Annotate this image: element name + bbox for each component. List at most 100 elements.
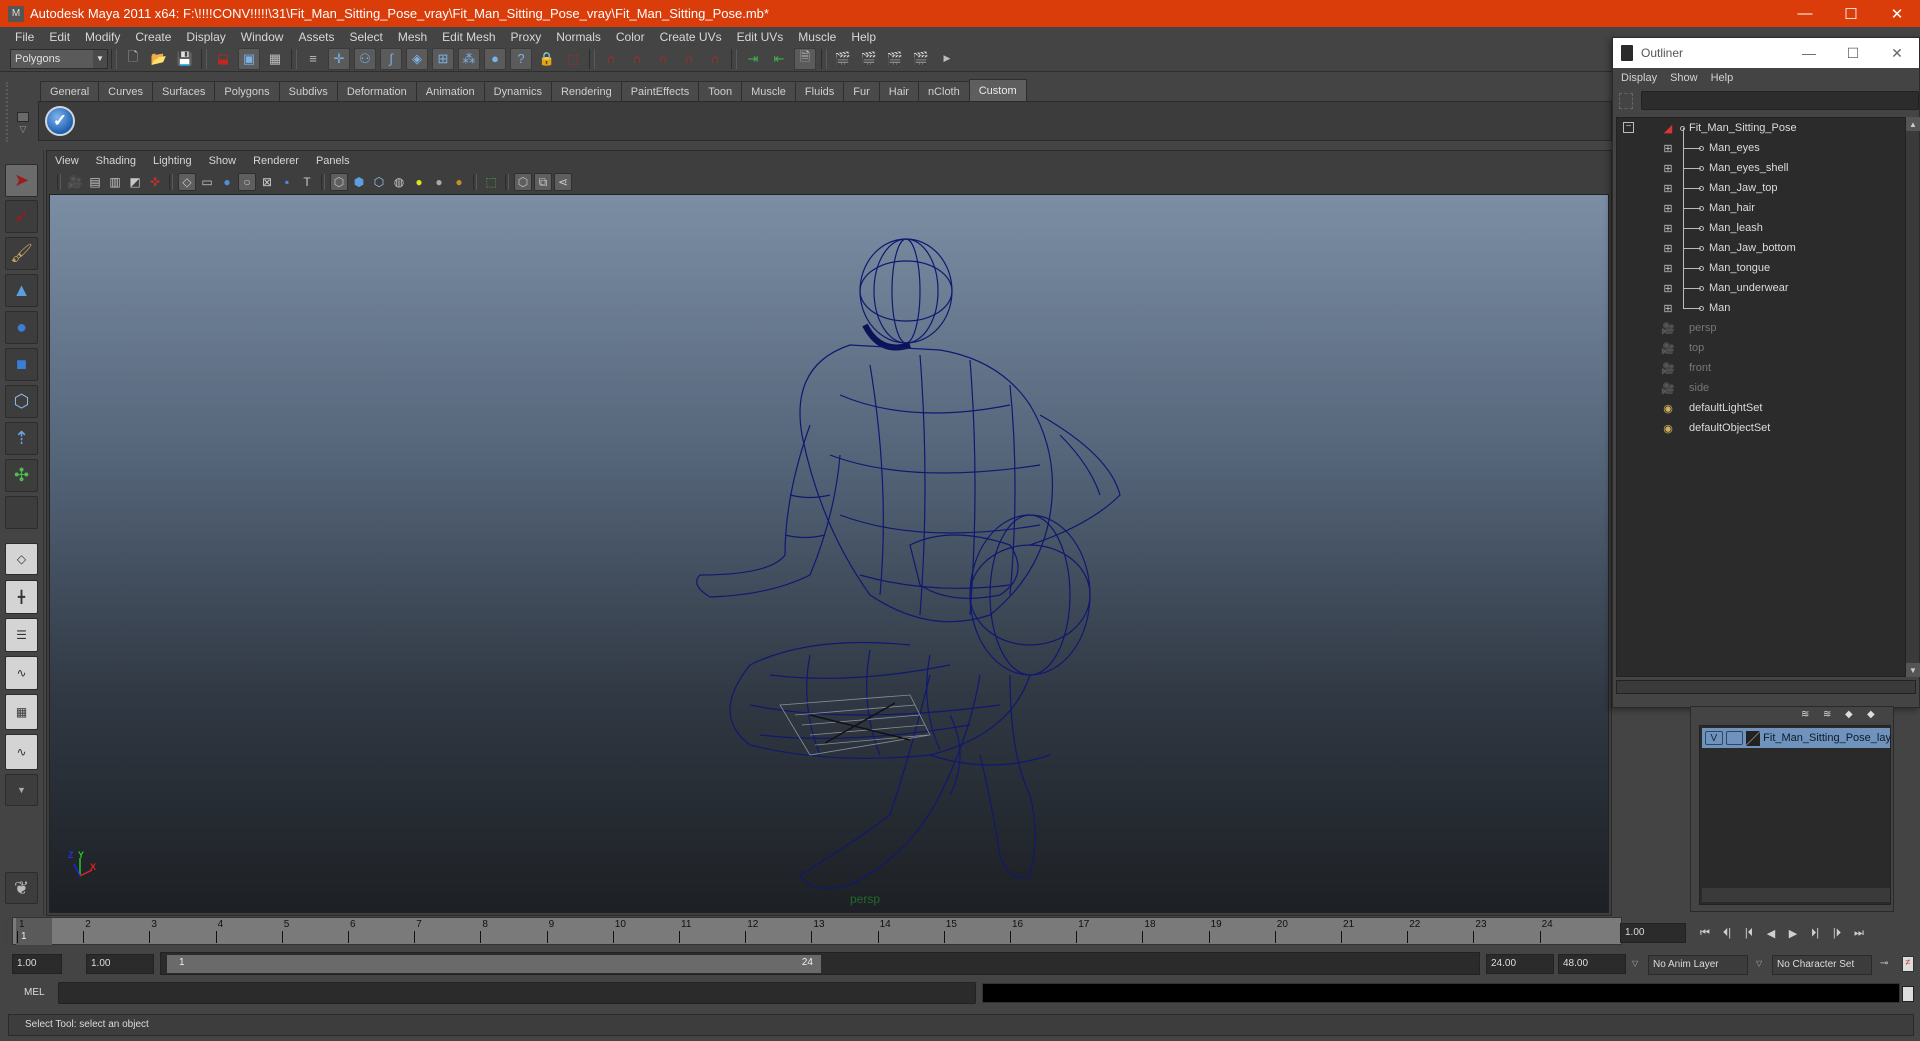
persp-graph-layout-icon[interactable]: ∿ [5, 656, 38, 690]
current-time-field[interactable]: 1.00 [1620, 923, 1686, 943]
tree-item[interactable]: ⊞ Man_eyes [1617, 138, 1905, 158]
outliner-menu-help[interactable]: Help [1711, 72, 1734, 84]
menu-assets[interactable]: Assets [291, 30, 342, 44]
menu-muscle[interactable]: Muscle [791, 30, 844, 44]
resolution-gate-icon[interactable]: ● [218, 173, 236, 191]
shelf-tab-general[interactable]: General [40, 81, 100, 101]
step-forward-key-icon[interactable]: ⏵| [1804, 924, 1826, 942]
universal-manipulator-icon[interactable]: ⬡ [5, 385, 38, 418]
input-ops-icon[interactable]: ⇥ [742, 48, 764, 70]
lock-icon[interactable]: 🔒 [536, 48, 558, 70]
time-ruler[interactable]: 1 1 2 3 4 5 6 7 8 9 10 11 12 13 14 15 16 17 18 19 20 21 22 23 2… [12, 917, 1622, 945]
go-to-start-icon[interactable]: ⏮ [1694, 924, 1716, 942]
select-deformer-icon[interactable]: ⊞ [432, 47, 454, 70]
shelf-tab-polygons[interactable]: Polygons [214, 81, 280, 101]
select-handle-icon[interactable]: ✛ [328, 47, 350, 70]
shelf-tab-muscle[interactable]: Muscle [741, 81, 796, 101]
output-ops-icon[interactable]: ⇤ [768, 48, 790, 70]
snap-surface-icon[interactable]: ∩ [678, 48, 700, 70]
wireframe-model[interactable] [50, 195, 1609, 913]
select-dynamics-icon[interactable]: ⁂ [458, 47, 480, 70]
shelf-tab-fluids[interactable]: Fluids [794, 81, 845, 101]
menu-edit[interactable]: Edit [42, 30, 78, 44]
shelf-tab-animation[interactable]: Animation [415, 81, 485, 101]
highlight-selection-icon[interactable]: ⬚ [562, 48, 584, 70]
playback-start-field[interactable]: 1.00 [86, 954, 154, 974]
menu-mesh[interactable]: Mesh [391, 30, 435, 44]
collapse-icon[interactable]: − [1623, 122, 1634, 133]
history-icon[interactable]: 🗎 [794, 47, 816, 70]
select-surface-icon[interactable]: ◈ [406, 47, 428, 70]
rotate-tool-icon[interactable]: ● [5, 311, 38, 344]
render-settings-icon[interactable]: 🎬 [910, 48, 932, 70]
tree-item-camera[interactable]: 🎥 persp [1617, 318, 1905, 338]
shelf-tab-dynamics[interactable]: Dynamics [483, 81, 552, 101]
viewport-3d[interactable]: Z Y X persp [49, 194, 1609, 913]
panel-menu-lighting[interactable]: Lighting [153, 155, 192, 167]
outliner-menu-display[interactable]: Display [1621, 72, 1657, 84]
paint-select-tool-icon[interactable]: 🖌 [5, 237, 38, 270]
anim-layer-dropdown[interactable]: No Anim Layer [1648, 955, 1748, 975]
menu-create-uvs[interactable]: Create UVs [653, 30, 730, 44]
menu-set-dropdown[interactable]: Polygons ▼ [10, 48, 108, 69]
range-slider[interactable]: 1 24 [160, 952, 1480, 975]
tree-item[interactable]: ⊞ Man_underwear [1617, 278, 1905, 298]
menu-file[interactable]: File [8, 30, 42, 44]
panel-menu-panels[interactable]: Panels [316, 155, 350, 167]
toolbar-expand-icon[interactable]: ▶ [936, 48, 958, 70]
new-layer-icon[interactable]: ◆ [1845, 709, 1863, 721]
play-forwards-icon[interactable]: ▶ [1782, 924, 1804, 942]
safe-action-icon[interactable]: ▪ [278, 173, 296, 191]
mel-label[interactable]: MEL [24, 987, 45, 998]
panel-menu-view[interactable]: View [55, 155, 79, 167]
shadows-icon[interactable]: ● [430, 173, 448, 191]
high-quality-icon[interactable]: ● [450, 173, 468, 191]
grid-icon[interactable]: ◇ [178, 173, 196, 191]
select-by-hierarchy-icon[interactable]: ⬓ [212, 48, 234, 70]
panel-menu-show[interactable]: Show [209, 155, 237, 167]
wireframe-on-shaded-icon[interactable]: ⬡ [370, 173, 388, 191]
tree-item[interactable]: ⊞ Man_leash [1617, 218, 1905, 238]
tree-item-set[interactable]: ◉ defaultLightSet [1617, 398, 1905, 418]
playback-end-field[interactable]: 24.00 [1486, 954, 1554, 974]
snap-curve-icon[interactable]: ∩ [626, 48, 648, 70]
outliner-vertical-scrollbar[interactable]: ▲ ▼ [1905, 117, 1920, 677]
select-by-component-icon[interactable]: ▦ [264, 48, 286, 70]
render-current-icon[interactable]: 🎬 [858, 48, 880, 70]
menu-help[interactable]: Help [844, 30, 884, 44]
menu-display[interactable]: Display [179, 30, 233, 44]
scroll-down-icon[interactable]: ▼ [1906, 663, 1920, 677]
menu-select[interactable]: Select [342, 30, 390, 44]
tree-item[interactable]: ⊞ Man_eyes_shell [1617, 158, 1905, 178]
play-backwards-icon[interactable]: ◀ [1760, 924, 1782, 942]
auto-key-icon[interactable]: ⊸ [1880, 958, 1888, 969]
menu-normals[interactable]: Normals [549, 30, 609, 44]
tree-item-camera[interactable]: 🎥 side [1617, 378, 1905, 398]
shelf-tab-ncloth[interactable]: nCloth [917, 81, 970, 101]
shelf-tab-deformation[interactable]: Deformation [336, 81, 417, 101]
character-set-dropdown[interactable]: No Character Set [1772, 955, 1872, 975]
outliner-close-button[interactable]: ✕ [1875, 38, 1919, 68]
save-scene-icon[interactable]: 💾 [174, 48, 196, 70]
move-layer-down-icon[interactable]: ≋ [1823, 709, 1841, 721]
four-view-layout-icon[interactable]: ╋ [5, 580, 38, 614]
scroll-up-icon[interactable]: ▲ [1906, 117, 1920, 131]
checkmark-icon[interactable]: ✓ [45, 106, 75, 136]
new-layer-from-selection-icon[interactable]: ◆ [1867, 709, 1885, 721]
end-time-field[interactable]: 48.00 [1558, 954, 1626, 974]
outliner-maximize-button[interactable]: ☐ [1831, 38, 1875, 68]
range-slider-handle[interactable]: 1 24 [167, 955, 821, 973]
shelf-menu-icon[interactable]: ▽ [20, 124, 27, 135]
select-misc-icon[interactable]: ? [510, 47, 532, 70]
camera-attributes-icon[interactable]: ▤ [86, 173, 104, 191]
safe-title-icon[interactable]: T [298, 173, 316, 191]
shelf-tab-rendering[interactable]: Rendering [550, 81, 622, 101]
gate-mask-icon[interactable]: ○ [238, 173, 256, 191]
mask-icon[interactable]: ≡ [302, 48, 324, 70]
xray-joints-icon[interactable]: ⧉ [534, 173, 552, 191]
menu-edit-mesh[interactable]: Edit Mesh [435, 30, 503, 44]
minimize-button[interactable]: — [1782, 0, 1828, 27]
snap-point-icon[interactable]: ∩ [652, 48, 674, 70]
select-by-object-icon[interactable]: ▣ [238, 47, 260, 70]
tree-item-camera[interactable]: 🎥 top [1617, 338, 1905, 358]
